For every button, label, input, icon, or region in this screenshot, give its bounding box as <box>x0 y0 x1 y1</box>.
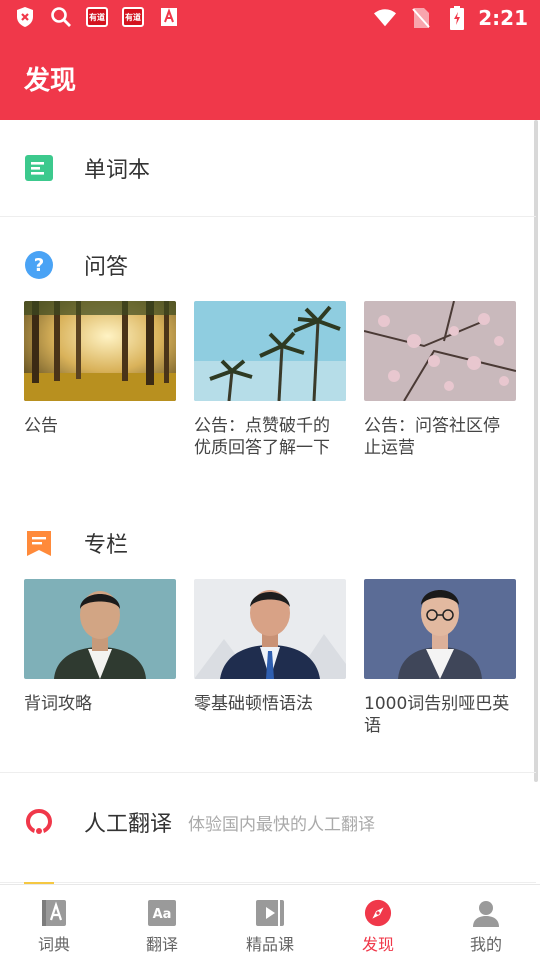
svg-text:?: ? <box>34 255 44 276</box>
youdao-app-icon: 有道 <box>86 6 108 28</box>
qa-card[interactable]: 公告：问答社区停止运营 <box>364 301 516 459</box>
column-card[interactable]: 背词攻略 <box>24 579 176 715</box>
column-label: 专栏 <box>84 533 129 558</box>
scrollbar[interactable] <box>534 120 538 782</box>
tab-course[interactable]: 精品课 <box>216 885 324 960</box>
no-sim-icon <box>410 7 432 29</box>
wifi-icon <box>374 7 397 29</box>
wordbook-label: 单词本 <box>84 158 151 183</box>
question-icon: ? <box>24 250 54 280</box>
teacher-portrait-image <box>194 579 346 679</box>
divider <box>0 772 536 773</box>
column-card-title: 1000词告别哑巴英语 <box>364 694 510 736</box>
status-bar: 有道 有道 2:21 <box>0 0 540 36</box>
human-translation-subtitle: 体验国内最快的人工翻译 <box>188 814 375 835</box>
human-translation-icon <box>24 807 54 837</box>
discover-content[interactable]: 单词本 ? 问答 公告 公告：点赞破千的优质回答了解一下 公告：问答社区停止运营… <box>0 120 540 884</box>
column-card-title: 背词攻略 <box>24 694 92 714</box>
page-title: 发现 <box>24 66 77 96</box>
bottom-tab-bar: 词典 Aa 翻译 精品课 发现 我的 <box>0 884 540 960</box>
divider <box>0 216 536 217</box>
column-icon <box>24 528 54 558</box>
tab-dictionary[interactable]: 词典 <box>0 885 108 960</box>
tab-label: 精品课 <box>245 935 294 954</box>
qa-card-title: 公告：点赞破千的优质回答了解一下 <box>194 416 330 458</box>
app-icon-text: 有道 <box>122 7 144 27</box>
tab-discover[interactable]: 发现 <box>324 885 432 960</box>
app-bar: 发现 <box>0 36 540 120</box>
compass-icon <box>364 899 392 927</box>
qa-card-title: 公告：问答社区停止运营 <box>364 416 500 458</box>
search-icon <box>50 6 72 28</box>
tab-label: 我的 <box>469 935 502 954</box>
forest-sunlight-image <box>24 301 176 401</box>
wordbook-icon <box>24 153 54 183</box>
human-translation-label: 人工翻译 <box>84 812 173 837</box>
course-icon <box>256 899 284 927</box>
qa-label: 问答 <box>84 255 129 280</box>
qa-section-header[interactable]: ? 问答 <box>0 235 536 295</box>
qa-card[interactable]: 公告：点赞破千的优质回答了解一下 <box>194 301 346 459</box>
profile-icon <box>472 899 500 927</box>
svg-text:Aa: Aa <box>153 907 172 922</box>
teacher-portrait-image <box>24 579 176 679</box>
wordbook-row[interactable]: 单词本 <box>0 138 536 198</box>
tab-translate[interactable]: Aa 翻译 <box>108 885 216 960</box>
translate-icon: Aa <box>148 899 176 927</box>
dictionary-icon <box>40 899 68 927</box>
teacher-portrait-image <box>364 579 516 679</box>
column-section-header[interactable]: 专栏 <box>0 513 536 573</box>
tab-profile[interactable]: 我的 <box>432 885 540 960</box>
app-icon-text: 有道 <box>86 7 108 27</box>
qa-card-title: 公告 <box>24 416 58 436</box>
cherry-blossom-image <box>364 301 516 401</box>
column-card[interactable]: 零基础顿悟语法 <box>194 579 346 715</box>
palm-trees-image <box>194 301 346 401</box>
tab-label: 翻译 <box>145 935 178 954</box>
column-card-title: 零基础顿悟语法 <box>194 694 313 714</box>
human-translation-row[interactable]: 人工翻译 体验国内最快的人工翻译 <box>0 792 536 852</box>
battery-charging-icon <box>446 6 468 30</box>
qa-card[interactable]: 公告 <box>24 301 176 437</box>
status-time: 2:21 <box>478 6 528 30</box>
tab-label: 发现 <box>361 935 394 954</box>
font-app-icon <box>158 6 180 28</box>
column-card[interactable]: 1000词告别哑巴英语 <box>364 579 516 737</box>
shield-icon <box>14 6 36 28</box>
youdao-app-icon: 有道 <box>122 6 144 28</box>
tab-label: 词典 <box>37 935 70 954</box>
divider <box>0 882 536 883</box>
